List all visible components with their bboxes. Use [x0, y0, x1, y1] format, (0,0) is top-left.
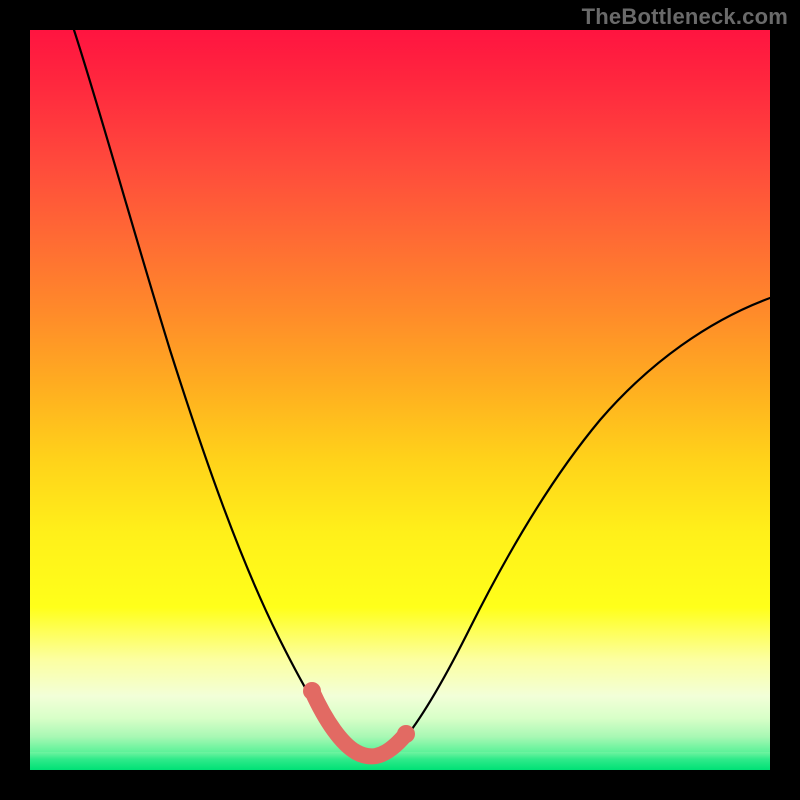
bottleneck-curve [74, 30, 770, 762]
watermark-text: TheBottleneck.com [582, 4, 788, 30]
plot-frame [30, 30, 770, 770]
optimal-range-dot-left [303, 682, 321, 700]
plot-curves [30, 30, 770, 770]
optimal-range-arc [312, 691, 406, 756]
optimal-range-dot-right [397, 725, 415, 743]
